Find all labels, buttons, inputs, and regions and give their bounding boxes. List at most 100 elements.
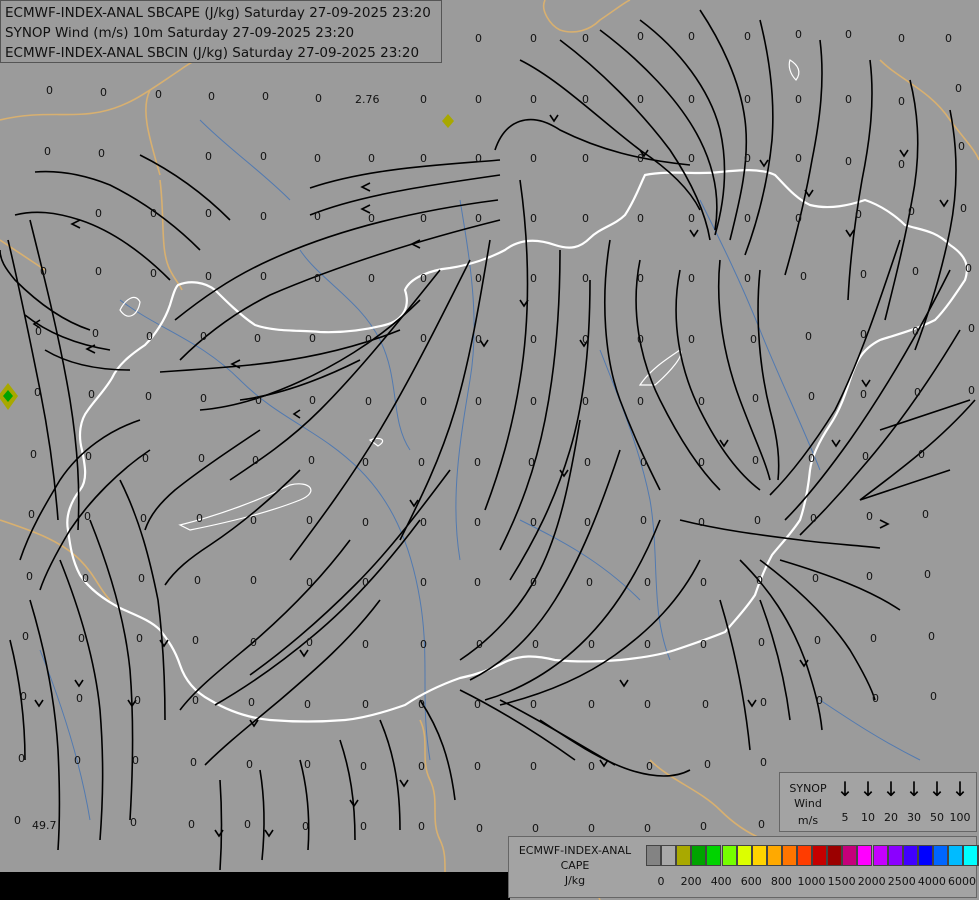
cape-value-label: 0 (82, 572, 89, 585)
wind-legend-value: 20 (884, 811, 898, 824)
cape-value-label: 0 (744, 212, 751, 225)
cape-value-label: 0 (808, 452, 815, 465)
cape-legend-label-model: ECMWF-INDEX-ANAL (518, 844, 632, 857)
cape-legend-tick: 200 (680, 875, 702, 888)
cape-value-label: 0 (918, 448, 925, 461)
cape-value-label: 0 (474, 760, 481, 773)
cape-value-label: 0 (968, 384, 975, 397)
cape-value-label: 0 (965, 262, 972, 275)
cape-legend-tick: 4000 (917, 875, 946, 888)
cape-legend-tick: 600 (740, 875, 762, 888)
cape-value-label: 0 (866, 510, 873, 523)
cape-value-label: 0 (138, 572, 145, 585)
cape-color-swatch (676, 845, 692, 866)
cape-color-swatch (812, 845, 828, 866)
cape-value-label: 0 (898, 32, 905, 45)
cape-legend-tick: 1500 (827, 875, 856, 888)
cape-value-label: 0 (98, 147, 105, 160)
cape-value-label: 0 (314, 152, 321, 165)
cape-value-label: 0 (420, 332, 427, 345)
cape-value-label: 0 (84, 510, 91, 523)
cape-value-label: 0 (908, 205, 915, 218)
cape-value-label: 0 (914, 386, 921, 399)
cape-value-label: 0 (134, 694, 141, 707)
cape-value-label: 0 (306, 576, 313, 589)
cape-value-label: 0 (250, 514, 257, 527)
cape-color-swatch (917, 845, 933, 866)
cape-value-label: 0 (795, 93, 802, 106)
cape-value-label: 0 (248, 696, 255, 709)
cape-value-label: 0 (637, 395, 644, 408)
cape-value-label: 0 (30, 448, 37, 461)
cape-legend-tick: 400 (710, 875, 732, 888)
cape-value-label: 0 (528, 456, 535, 469)
cape-value-label: 0 (306, 514, 313, 527)
cape-value-label: 0 (200, 330, 207, 343)
cape-value-label: 0 (702, 698, 709, 711)
cape-value-label: 0 (474, 516, 481, 529)
cape-value-label: 0 (810, 512, 817, 525)
cape-value-label: 0 (368, 212, 375, 225)
wind-legend-label-wind: Wind (794, 797, 822, 810)
cape-value-label: 0 (205, 270, 212, 283)
cape-value-label: 0 (85, 450, 92, 463)
cape-value-label: 0 (744, 272, 751, 285)
cape-value-label: 0 (924, 568, 931, 581)
cape-value-label: 0 (758, 636, 765, 649)
cape-value-label: 0 (760, 756, 767, 769)
cape-value-label: 0 (800, 270, 807, 283)
cape-value-label: 0 (530, 333, 537, 346)
cape-value-label: 0 (805, 330, 812, 343)
cape-value-label: 0 (700, 576, 707, 589)
cape-value-label: 0 (845, 155, 852, 168)
cape-value-label: 0 (22, 630, 29, 643)
cape-value-label: 0 (530, 576, 537, 589)
cape-value-label: 0 (870, 632, 877, 645)
cape-color-swatch (857, 845, 873, 866)
cape-value-label: 0 (130, 816, 137, 829)
cape-color-swatch (887, 845, 903, 866)
cape-value-label: 0 (588, 638, 595, 651)
cape-value-label: 0 (360, 820, 367, 833)
cape-value-label: 0 (700, 638, 707, 651)
cape-color-swatch (721, 845, 737, 866)
cape-value-label: 0 (476, 822, 483, 835)
cape-value-label: 0 (475, 152, 482, 165)
cape-value-label: 0 (200, 392, 207, 405)
wind-legend-label-synop: SYNOP (789, 782, 827, 795)
wind-arrow-icon: ↓ (928, 777, 946, 801)
cape-value-label: 0 (18, 752, 25, 765)
cape-value-label: 0 (309, 394, 316, 407)
cape-value-label: 0 (420, 395, 427, 408)
cape-value-label: 0 (860, 388, 867, 401)
cape-value-label: 0 (945, 32, 952, 45)
cape-value-label: 0 (78, 632, 85, 645)
wind-legend-value: 5 (841, 811, 849, 824)
cape-value-label: 0 (146, 330, 153, 343)
cape-color-swatch (751, 845, 767, 866)
cape-value-label: 0 (688, 30, 695, 43)
cape-value-label: 0 (760, 696, 767, 709)
cape-value-label: 0 (14, 814, 21, 827)
cape-value-label: 0 (260, 150, 267, 163)
cape-legend-tick: 1000 (797, 875, 826, 888)
cape-value-label: 0 (637, 333, 644, 346)
cape-value-label: 0 (688, 93, 695, 106)
cape-color-swatch (781, 845, 797, 866)
wind-arrow-icon: ↓ (951, 777, 969, 801)
cape-value-label: 0 (92, 327, 99, 340)
cape-value-label: 0 (637, 152, 644, 165)
cape-value-label: 0 (744, 30, 751, 43)
cape-value-label: 0 (898, 158, 905, 171)
cape-value-label: 0 (795, 212, 802, 225)
cape-value-label: 0 (688, 212, 695, 225)
cape-legend-label-unit: J/kg (564, 874, 586, 887)
cape-value-label: 0 (475, 212, 482, 225)
cape-value-label: 0 (586, 576, 593, 589)
cape-value-label: 0 (418, 698, 425, 711)
cape-value-label: 0 (530, 760, 537, 773)
cape-value-label: 0 (315, 92, 322, 105)
cape-value-label: 0 (250, 574, 257, 587)
cape-value-label: 0 (100, 86, 107, 99)
cape-value-label: 0 (928, 630, 935, 643)
